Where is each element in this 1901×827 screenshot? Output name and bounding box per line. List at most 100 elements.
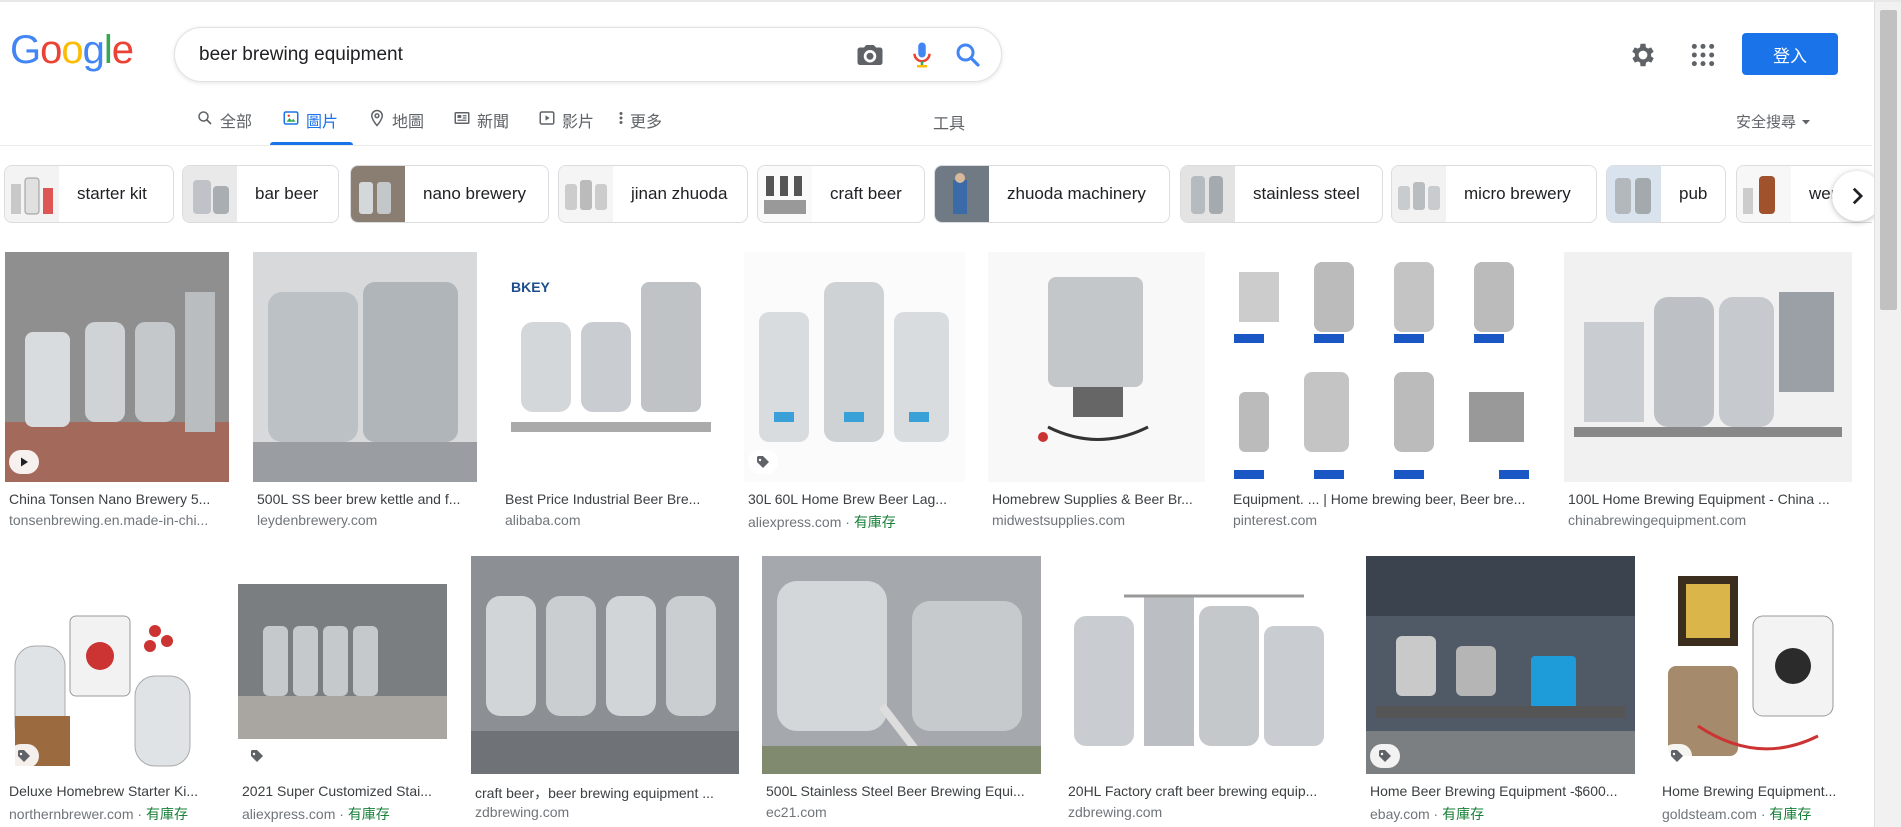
tab-news[interactable]: 新聞 <box>453 108 509 146</box>
result-source[interactable]: pinterest.com <box>1233 512 1537 528</box>
result-caption[interactable]: Deluxe Homebrew Starter Ki... <box>9 783 213 799</box>
image-result[interactable]: 20HL Factory craft beer brewing equip...… <box>1064 556 1344 827</box>
chip-thumbnail <box>1737 166 1791 222</box>
result-thumbnail <box>253 252 477 482</box>
image-result[interactable]: China Tonsen Nano Brewery 5... tonsenbre… <box>5 252 230 537</box>
in-stock-label: 有庫存 <box>1769 806 1812 822</box>
google-logo[interactable]: Google <box>10 28 134 73</box>
search-icon[interactable] <box>953 40 983 70</box>
result-thumbnail <box>1658 556 1852 774</box>
image-result[interactable]: Equipment. ... | Home brewing beer, Beer… <box>1229 252 1541 537</box>
image-result[interactable]: Home Brewing Equipment... goldsteam.com … <box>1658 556 1854 827</box>
result-thumbnail <box>238 556 447 774</box>
result-caption[interactable]: 500L Stainless Steel Beer Brewing Equi..… <box>766 783 1038 799</box>
map-pin-icon <box>370 109 384 127</box>
in-stock-label: 有庫存 <box>1442 806 1485 822</box>
source-domain: aliexpress.com · <box>242 806 348 822</box>
result-source[interactable]: northernbrewer.com · 有庫存 <box>9 804 213 824</box>
result-source[interactable]: ebay.com · 有庫存 <box>1370 804 1632 824</box>
tab-videos[interactable]: 影片 <box>538 108 594 146</box>
search-icon <box>198 111 212 125</box>
result-caption[interactable]: craft beer，beer brewing equipment ... <box>475 783 737 803</box>
result-caption[interactable]: 2021 Super Customized Stai... <box>242 783 446 799</box>
tab-more[interactable]: 更多 <box>616 108 662 146</box>
result-source[interactable]: goldsteam.com · 有庫存 <box>1662 804 1850 824</box>
result-caption[interactable]: Equipment. ... | Home brewing beer, Beer… <box>1233 491 1537 507</box>
chip-starter-kit[interactable]: starter kit <box>4 165 174 223</box>
play-icon <box>9 450 39 474</box>
tab-all[interactable]: 全部 <box>196 108 252 146</box>
tag-icon <box>9 744 39 768</box>
result-caption[interactable]: 500L SS beer brew kettle and f... <box>257 491 473 507</box>
chip-label: stainless steel <box>1253 184 1360 203</box>
result-thumbnail <box>5 252 229 482</box>
image-result[interactable]: 500L SS beer brew kettle and f... leyden… <box>253 252 478 537</box>
tools-button[interactable]: 工具 <box>933 110 965 134</box>
svg-text:BKEY: BKEY <box>511 279 551 295</box>
image-result[interactable]: 2021 Super Customized Stai... aliexpress… <box>238 556 448 827</box>
chip-thumbnail <box>935 166 989 222</box>
page-scrollbar[interactable] <box>1874 2 1901 827</box>
result-caption[interactable]: 30L 60L Home Brew Beer Lag... <box>748 491 962 507</box>
result-caption[interactable]: China Tonsen Nano Brewery 5... <box>9 491 225 507</box>
tab-images[interactable]: 圖片 <box>282 108 338 146</box>
signin-button[interactable]: 登入 <box>1742 33 1838 75</box>
chip-nano-brewery[interactable]: nano brewery <box>350 165 549 223</box>
image-result[interactable]: 30L 60L Home Brew Beer Lag... aliexpress… <box>744 252 966 537</box>
image-result[interactable]: Home Beer Brewing Equipment -$600... eba… <box>1366 556 1636 827</box>
chip-pub[interactable]: pub <box>1606 165 1726 223</box>
result-caption[interactable]: 20HL Factory craft beer brewing equip... <box>1068 783 1340 799</box>
microphone-icon[interactable] <box>907 40 937 70</box>
tab-label: 圖片 <box>306 114 339 131</box>
logo-letter: e <box>111 28 134 72</box>
result-thumbnail <box>1564 252 1852 482</box>
result-source[interactable]: aliexpress.com · 有庫存 <box>748 512 962 532</box>
chip-jinan-zhuoda[interactable]: jinan zhuoda <box>558 165 748 223</box>
result-caption[interactable]: Home Brewing Equipment... <box>1662 783 1850 799</box>
result-thumbnail: BKEY <box>501 252 720 482</box>
image-result[interactable]: craft beer，beer brewing equipment ... zd… <box>471 556 739 827</box>
result-source[interactable]: alibaba.com <box>505 512 715 528</box>
result-caption[interactable]: Best Price Industrial Beer Bre... <box>505 491 715 507</box>
chip-bar-beer[interactable]: bar beer <box>182 165 339 223</box>
logo-letter: o <box>40 28 62 72</box>
tab-label: 全部 <box>220 114 253 131</box>
result-caption[interactable]: Home Beer Brewing Equipment -$600... <box>1370 783 1632 799</box>
result-source[interactable]: zdbrewing.com <box>475 804 737 820</box>
result-source[interactable]: zdbrewing.com <box>1068 804 1340 820</box>
image-result[interactable]: Deluxe Homebrew Starter Ki... northernbr… <box>5 556 215 827</box>
chip-label: jinan zhuoda <box>631 184 728 203</box>
result-source[interactable]: tonsenbrewing.en.made-in-chi... <box>9 512 225 528</box>
image-result[interactable]: 100L Home Brewing Equipment - China ... … <box>1564 252 1854 537</box>
result-source[interactable]: leydenbrewery.com <box>257 512 473 528</box>
chip-thumbnail <box>559 166 613 222</box>
camera-icon[interactable] <box>855 40 885 70</box>
result-source[interactable]: chinabrewingequipment.com <box>1568 512 1850 528</box>
logo-letter: o <box>61 28 83 72</box>
safesearch-label: 安全搜尋 <box>1736 114 1797 131</box>
scrollbar-thumb[interactable] <box>1880 10 1897 310</box>
result-source[interactable]: aliexpress.com · 有庫存 <box>242 804 446 824</box>
chip-micro-brewery[interactable]: micro brewery <box>1391 165 1597 223</box>
image-result[interactable]: 500L Stainless Steel Beer Brewing Equi..… <box>762 556 1042 827</box>
search-box[interactable]: beer brewing equipment <box>174 27 1002 82</box>
result-source[interactable]: ec21.com <box>766 804 1038 820</box>
tab-maps[interactable]: 地圖 <box>368 108 424 146</box>
related-search-chips: starter kit bar beer nano brewery jinan … <box>0 165 1872 225</box>
result-caption[interactable]: 100L Home Brewing Equipment - China ... <box>1568 491 1850 507</box>
apps-grid-icon[interactable] <box>1690 42 1716 68</box>
chip-zhuoda-machinery[interactable]: zhuoda machinery <box>934 165 1170 223</box>
tag-icon <box>1370 744 1400 768</box>
search-input[interactable]: beer brewing equipment <box>199 44 403 66</box>
image-icon <box>283 111 299 125</box>
in-stock-label: 有庫存 <box>145 806 188 822</box>
chip-stainless-steel[interactable]: stainless steel <box>1180 165 1383 223</box>
chip-craft-beer[interactable]: craft beer <box>757 165 925 223</box>
chip-label: bar beer <box>255 184 319 203</box>
result-caption[interactable]: Homebrew Supplies & Beer Br... <box>992 491 1202 507</box>
image-result[interactable]: Homebrew Supplies & Beer Br... midwestsu… <box>988 252 1206 537</box>
gear-icon[interactable] <box>1628 40 1658 70</box>
result-source[interactable]: midwestsupplies.com <box>992 512 1202 528</box>
image-result[interactable]: BKEY Best Price Industrial Beer Bre... a… <box>501 252 721 537</box>
safesearch-dropdown[interactable]: 安全搜尋 <box>1736 111 1811 132</box>
